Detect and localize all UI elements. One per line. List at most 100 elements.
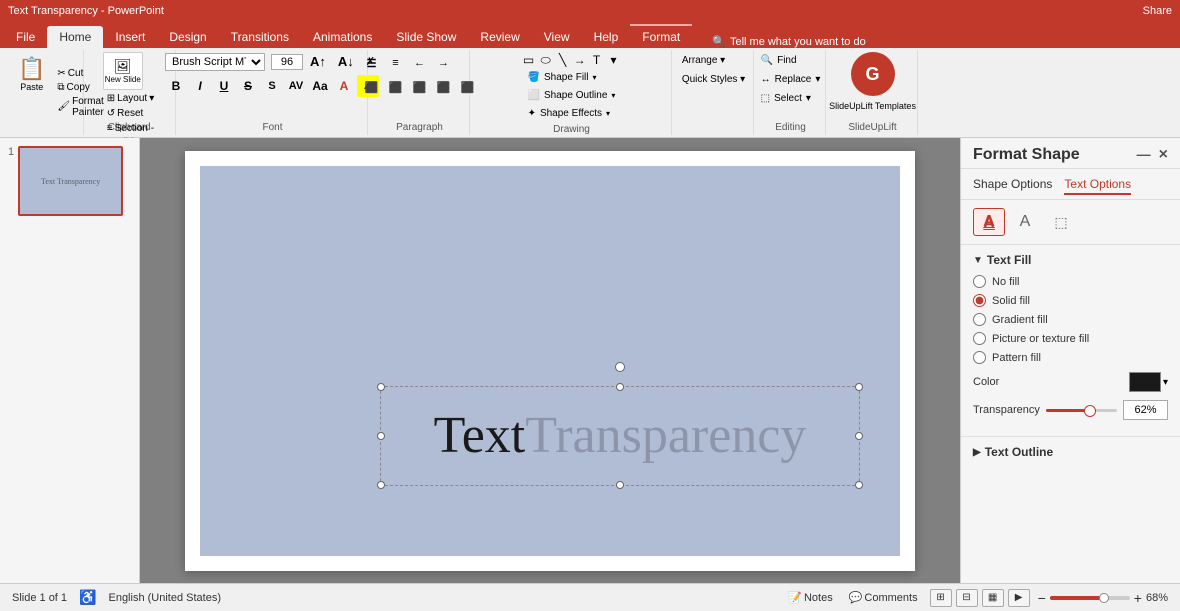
picture-fill-radio[interactable] — [973, 332, 986, 345]
shadow-button[interactable]: S — [261, 75, 283, 97]
font-family-select[interactable]: Brush Script MT — [165, 53, 265, 71]
tab-slideshow[interactable]: Slide Show — [384, 26, 468, 48]
italic-button[interactable]: I — [189, 75, 211, 97]
select-button[interactable]: ⬚ Select ▾ — [754, 90, 828, 107]
tab-shape-options[interactable]: Shape Options — [973, 177, 1052, 195]
pattern-fill-radio[interactable] — [973, 351, 986, 364]
tab-home[interactable]: Home — [47, 26, 103, 48]
decrease-indent-button[interactable]: ← — [409, 52, 431, 74]
reset-button[interactable]: ↺Reset — [103, 107, 148, 120]
solid-fill-radio[interactable] — [973, 294, 986, 307]
fp-icon-text-effects[interactable]: ⬚ — [1045, 208, 1077, 236]
handle-bottom-right[interactable] — [855, 481, 863, 489]
color-picker[interactable] — [1129, 372, 1161, 392]
oval-shape[interactable]: ⬭ — [538, 52, 554, 68]
arrow-shape[interactable]: → — [572, 52, 588, 68]
numbering-button[interactable]: ≡ — [385, 52, 407, 74]
solid-fill-option[interactable]: Solid fill — [973, 294, 1168, 307]
slideuplift-logo[interactable]: G — [851, 52, 895, 96]
tab-review[interactable]: Review — [468, 26, 531, 48]
no-fill-option[interactable]: No fill — [973, 275, 1168, 288]
slideuplift-templates-button[interactable]: SlideUpLift Templates — [822, 98, 923, 114]
new-slide-button[interactable]: 🖼 New Slide — [103, 52, 143, 90]
transparency-slider[interactable] — [1046, 402, 1117, 418]
normal-view-button[interactable]: ⊞ — [930, 589, 952, 607]
handle-top-left[interactable] — [377, 383, 385, 391]
gradient-fill-option[interactable]: Gradient fill — [973, 313, 1168, 326]
line-shape[interactable]: ╲ — [555, 52, 571, 68]
comments-button[interactable]: 💬 Comments — [845, 589, 922, 606]
handle-middle-left[interactable] — [377, 432, 385, 440]
text-box[interactable]: Text Transparency — [380, 386, 860, 486]
tab-help[interactable]: Help — [582, 26, 631, 48]
slide-sorter-button[interactable]: ⊟ — [956, 589, 978, 607]
text-outline-section[interactable]: ▶ Text Outline — [961, 436, 1180, 467]
bullets-button[interactable]: ☰ — [361, 52, 383, 74]
paste-button[interactable]: 📋 Paste — [10, 52, 53, 96]
no-fill-radio[interactable] — [973, 275, 986, 288]
tell-me-area[interactable]: 🔍 Tell me what you want to do — [692, 35, 1180, 48]
pattern-fill-option[interactable]: Pattern fill — [973, 351, 1168, 364]
justify-button[interactable]: ⬛ — [433, 76, 455, 98]
align-right-button[interactable]: ⬛ — [409, 76, 431, 98]
gradient-fill-radio[interactable] — [973, 313, 986, 326]
increase-indent-button[interactable]: → — [433, 52, 455, 74]
align-left-button[interactable]: ⬛ — [361, 76, 383, 98]
shape-effects-button[interactable]: ✦ Shape Effects ▾ — [521, 105, 623, 122]
rectangle-shape[interactable]: ▭ — [521, 52, 537, 68]
slide-thumbnail[interactable]: Text Transparency — [18, 146, 123, 216]
tab-insert[interactable]: Insert — [103, 26, 157, 48]
handle-bottom-middle[interactable] — [616, 481, 624, 489]
find-button[interactable]: 🔍 Find — [754, 52, 828, 69]
tab-format[interactable]: Format — [630, 24, 692, 48]
slideshow-view-button[interactable]: ▶ — [1008, 589, 1030, 607]
fp-icon-text-outline[interactable]: A — [1009, 208, 1041, 236]
case-button[interactable]: Aa — [309, 75, 331, 97]
collapse-panel-button[interactable]: — — [1137, 146, 1151, 164]
close-panel-button[interactable]: × — [1159, 146, 1168, 164]
zoom-slider[interactable] — [1050, 596, 1130, 600]
handle-top-right[interactable] — [855, 383, 863, 391]
zoom-out-button[interactable]: − — [1038, 590, 1046, 606]
replace-button[interactable]: ↔ Replace ▾ — [754, 71, 828, 88]
align-center-button[interactable]: ⬛ — [385, 76, 407, 98]
more-shapes[interactable]: ▾ — [606, 52, 622, 68]
underline-button[interactable]: U — [213, 75, 235, 97]
picture-fill-option[interactable]: Picture or texture fill — [973, 332, 1168, 345]
handle-bottom-left[interactable] — [377, 481, 385, 489]
tab-file[interactable]: File — [4, 26, 47, 48]
accessibility-icon[interactable]: ♿ — [79, 589, 96, 606]
fp-icon-text-fill[interactable]: A — [973, 208, 1005, 236]
decrease-font-button[interactable]: A↓ — [333, 52, 359, 71]
handle-middle-right[interactable] — [855, 432, 863, 440]
shape-outline-button[interactable]: ⬜ Shape Outline ▾ — [521, 87, 623, 104]
text-fill-header[interactable]: ▼ Text Fill — [973, 253, 1168, 267]
font-color-button[interactable]: A — [333, 75, 355, 97]
zoom-in-button[interactable]: + — [1134, 590, 1142, 606]
slider-thumb[interactable] — [1084, 405, 1096, 417]
quick-styles-button[interactable]: Quick Styles ▾ — [675, 71, 752, 88]
rotate-handle[interactable] — [615, 362, 625, 372]
color-dropdown-arrow[interactable]: ▾ — [1163, 377, 1168, 388]
tab-text-options[interactable]: Text Options — [1064, 177, 1131, 195]
slide-canvas[interactable]: Text Transparency — [185, 151, 915, 571]
transparency-value-input[interactable] — [1123, 400, 1168, 420]
section-button[interactable]: ≡Section - — [103, 122, 158, 135]
tab-view[interactable]: View — [532, 26, 582, 48]
increase-font-button[interactable]: A↑ — [305, 52, 331, 71]
notes-button[interactable]: 📝 Notes — [784, 589, 836, 606]
share-button[interactable]: Share — [1143, 5, 1172, 17]
handle-top-middle[interactable] — [616, 383, 624, 391]
layout-button[interactable]: ⊞Layout▾ — [103, 92, 158, 105]
strikethrough-button[interactable]: S — [237, 75, 259, 97]
character-spacing-button[interactable]: AV — [285, 75, 307, 97]
shape-fill-button[interactable]: 🪣 Shape Fill ▾ — [521, 69, 623, 86]
tab-transitions[interactable]: Transitions — [219, 26, 301, 48]
tab-design[interactable]: Design — [157, 26, 218, 48]
arrange-button[interactable]: Arrange ▾ — [675, 52, 752, 69]
tab-animations[interactable]: Animations — [301, 26, 384, 48]
font-size-input[interactable] — [271, 54, 303, 70]
textbox-shape[interactable]: T — [589, 52, 605, 68]
bold-button[interactable]: B — [165, 75, 187, 97]
reading-view-button[interactable]: ▦ — [982, 589, 1004, 607]
